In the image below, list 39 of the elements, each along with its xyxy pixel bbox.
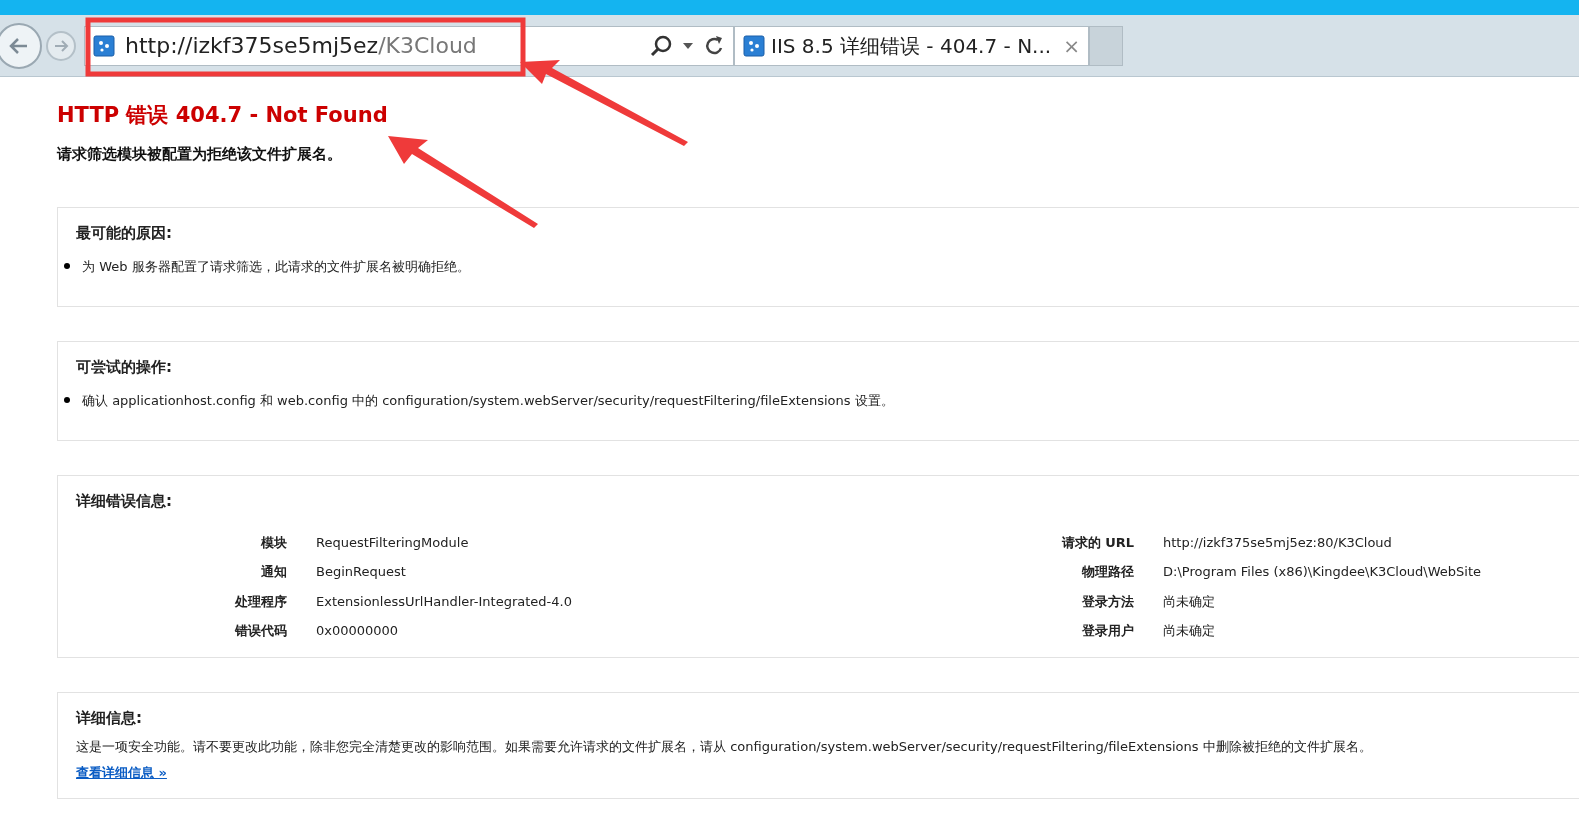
bullet-icon (64, 263, 70, 270)
browser-tab[interactable]: IIS 8.5 详细错误 - 404.7 - N... × (734, 25, 1089, 66)
bullet-icon (64, 397, 70, 404)
detail-label: 通知 (260, 563, 287, 581)
search-icon[interactable] (649, 33, 673, 58)
detail-label: 错误代码 (234, 622, 287, 640)
address-bar[interactable]: http://izkf375se5mj5ez/K3Cloud (84, 25, 734, 66)
detail-value: 0x00000000 (316, 622, 399, 640)
info-paragraph: 这是一项安全功能。请不要更改此功能，除非您完全清楚更改的影响范围。如果需要允许请求的文件扩展名，请从 configuration/system.webServer/security/requestFiltering/fileExtensions 中删除被拒绝的文件扩展名。 (76, 738, 1373, 756)
detail-value: http://izkf375se5mj5ez:80/K3Cloud (1163, 533, 1392, 552)
forward-arrow-icon (53, 37, 69, 54)
detail-value: ExtensionlessUrlHandler-Integrated-4.0 (316, 592, 572, 611)
more-info-link[interactable]: 查看详细信息 » (76, 762, 167, 782)
list-item-text: 确认 applicationhost.config 和 web.config 中的 configuration/system.webServer/security/requestFiltering/fileExtensions 设置。 (82, 391, 894, 410)
error-subtitle: 请求筛选模块被配置为拒绝该文件扩展名。 (57, 143, 343, 165)
detail-value: BeginRequest (316, 563, 406, 581)
tab-close-button[interactable]: × (1063, 30, 1080, 61)
detail-value: RequestFilteringModule (316, 533, 469, 552)
dropdown-caret-icon[interactable] (683, 42, 693, 49)
detail-value: 尚未确定 (1163, 592, 1215, 611)
section-heading: 详细错误信息: (76, 491, 173, 512)
site-icon (93, 34, 115, 57)
detail-value: D:\Program Files (x86)\Kingdee\K3Cloud\WebSite (1163, 563, 1482, 581)
detail-label: 处理程序 (234, 592, 287, 611)
address-text: http://izkf375se5mj5ez/K3Cloud (125, 32, 477, 60)
section-heading: 可尝试的操作: (76, 357, 173, 378)
section-heading: 最可能的原因: (76, 223, 173, 244)
detail-label: 登录方法 (1081, 592, 1134, 611)
tab-title: IIS 8.5 详细错误 - 404.7 - N... (771, 32, 1052, 60)
site-icon (743, 34, 765, 57)
detail-label: 物理路径 (1081, 563, 1134, 581)
detail-label: 请求的 URL (1060, 533, 1134, 552)
detail-label: 登录用户 (1081, 622, 1134, 640)
list-item-text: 为 Web 服务器配置了请求筛选，此请求的文件扩展名被明确拒绝。 (82, 257, 470, 276)
error-title: HTTP 错误 404.7 - Not Found (57, 102, 389, 129)
detail-value: 尚未确定 (1163, 622, 1215, 640)
back-button[interactable] (0, 22, 42, 69)
detail-label: 模块 (259, 533, 287, 552)
section-heading: 详细信息: (76, 707, 143, 729)
